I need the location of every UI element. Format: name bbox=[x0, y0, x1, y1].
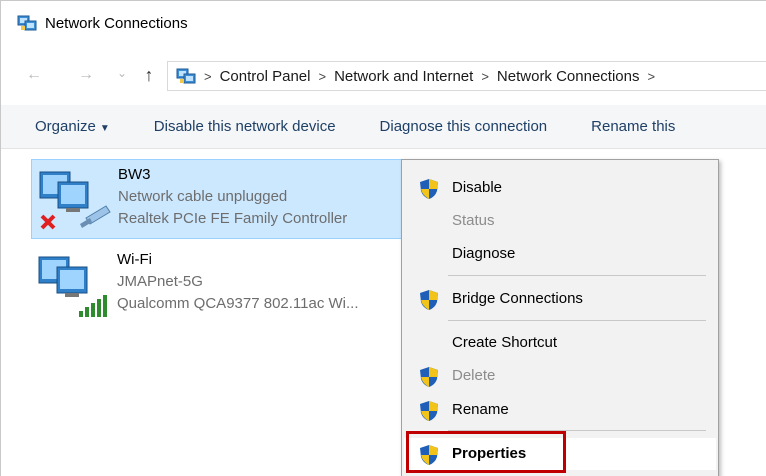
connection-item-wifi[interactable]: Wi-Fi JMAPnet-5G Qualcomm QCA9377 802.11… bbox=[31, 245, 405, 325]
breadcrumb-network-connections[interactable]: Network Connections bbox=[497, 68, 640, 85]
title-bar: Network Connections bbox=[1, 1, 766, 45]
connection-adapter: Realtek PCIe FE Family Controller bbox=[118, 210, 348, 227]
menu-separator bbox=[448, 320, 706, 321]
breadcrumb-separator: > bbox=[318, 68, 327, 84]
address-bar[interactable]: > Control Panel > Network and Internet >… bbox=[167, 61, 766, 91]
network-folder-icon bbox=[17, 15, 37, 31]
connection-item-bw3[interactable]: BW3 Network cable unplugged Realtek PCIe… bbox=[31, 159, 405, 239]
diagnose-connection-button[interactable]: Diagnose this connection bbox=[358, 118, 570, 135]
wifi-connected-icon bbox=[38, 256, 107, 317]
command-bar: Organize ▼ Disable this network device Di… bbox=[1, 105, 766, 149]
uac-shield-icon bbox=[420, 179, 438, 199]
menu-item-create-shortcut[interactable]: Create Shortcut bbox=[404, 327, 716, 359]
network-folder-icon bbox=[176, 68, 196, 84]
ethernet-disconnected-icon bbox=[39, 171, 111, 230]
connection-status: Network cable unplugged bbox=[118, 188, 288, 205]
disable-device-button[interactable]: Disable this network device bbox=[132, 118, 358, 135]
uac-shield-icon bbox=[420, 290, 438, 310]
uac-shield-icon bbox=[420, 367, 438, 387]
menu-item-label: Diagnose bbox=[452, 245, 516, 262]
context-menu: Disable Status Diagnose Bridge Connectio… bbox=[401, 159, 719, 476]
organize-menu-button[interactable]: Organize ▼ bbox=[1, 118, 132, 135]
caret-down-icon: ▼ bbox=[99, 123, 110, 134]
menu-item-label: Bridge Connections bbox=[452, 290, 583, 307]
menu-item-diagnose[interactable]: Diagnose bbox=[404, 238, 716, 270]
menu-item-rename[interactable]: Rename bbox=[404, 394, 716, 426]
breadcrumb-network-and-internet[interactable]: Network and Internet bbox=[334, 68, 473, 85]
connection-name: BW3 bbox=[118, 166, 151, 183]
back-arrow-icon: ← bbox=[26, 66, 42, 83]
menu-item-label: Create Shortcut bbox=[452, 334, 558, 351]
forward-button[interactable]: → bbox=[73, 62, 99, 88]
breadcrumb-separator: > bbox=[481, 68, 489, 84]
connection-status: JMAPnet-5G bbox=[117, 273, 203, 290]
connection-name: Wi-Fi bbox=[117, 251, 152, 268]
menu-item-label: Disable bbox=[452, 179, 503, 196]
connection-adapter: Qualcomm QCA9377 802.11ac Wi... bbox=[117, 295, 359, 312]
menu-item-delete: Delete bbox=[404, 360, 716, 392]
window-title: Network Connections bbox=[45, 14, 188, 32]
breadcrumb-separator[interactable]: > bbox=[648, 69, 656, 84]
menu-item-disable[interactable]: Disable bbox=[404, 172, 716, 204]
up-arrow-icon: ↑ bbox=[144, 64, 154, 85]
forward-arrow-icon: → bbox=[78, 66, 94, 83]
connection-text: Wi-Fi JMAPnet-5G Qualcomm QCA9377 802.11… bbox=[117, 249, 359, 315]
menu-item-label: Delete bbox=[452, 367, 496, 384]
highlight-box bbox=[406, 431, 566, 473]
network-connections-window: Network Connections ← → ⌄ ↑ > Control Pa… bbox=[0, 0, 766, 476]
recent-locations-button[interactable]: ⌄ bbox=[109, 60, 135, 86]
breadcrumb-control-panel[interactable]: Control Panel bbox=[220, 68, 311, 85]
rename-connection-button[interactable]: Rename this bbox=[569, 118, 697, 135]
menu-separator bbox=[448, 275, 706, 276]
menu-item-label: Status bbox=[452, 212, 495, 229]
menu-item-label: Rename bbox=[452, 401, 509, 418]
chevron-down-icon: ⌄ bbox=[116, 66, 128, 80]
connection-text: BW3 Network cable unplugged Realtek PCIe… bbox=[118, 164, 347, 230]
address-row: ← → ⌄ ↑ > Control Panel > Network and In… bbox=[1, 55, 766, 95]
menu-item-status: Status bbox=[404, 205, 716, 237]
breadcrumb-separator: > bbox=[204, 68, 212, 84]
menu-item-bridge-connections[interactable]: Bridge Connections bbox=[404, 283, 716, 315]
back-button[interactable]: ← bbox=[21, 62, 47, 88]
uac-shield-icon bbox=[420, 401, 438, 421]
organize-label: Organize bbox=[35, 118, 96, 135]
up-button[interactable]: ↑ bbox=[136, 62, 162, 88]
